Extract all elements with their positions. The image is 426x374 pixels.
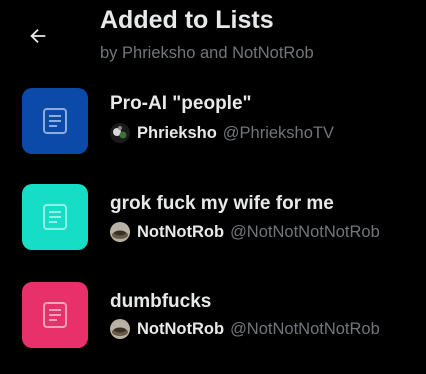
arrow-left-icon <box>30 28 46 44</box>
list-icon <box>22 88 88 154</box>
page-title: Added to Lists <box>100 6 274 34</box>
list-icon <box>22 282 88 348</box>
list-name[interactable]: Pro-AI "people" <box>110 93 252 115</box>
list-owner: NotNotRob @NotNotNotNotRob <box>110 318 380 340</box>
owner-name[interactable]: Phrieksho <box>137 124 217 143</box>
owner-handle: @NotNotNotNotRob <box>230 222 380 241</box>
owner-name[interactable]: NotNotRob <box>137 223 224 242</box>
list-item[interactable]: grok fuck my wife for me NotNotRob @NotN… <box>0 180 426 276</box>
list-item[interactable]: dumbfucks NotNotRob @NotNotNotNotRob <box>0 278 426 374</box>
avatar <box>110 123 130 143</box>
list-icon <box>43 204 67 230</box>
list-name[interactable]: grok fuck my wife for me <box>110 193 334 215</box>
list-icon <box>22 184 88 250</box>
list-owner: Phrieksho @PhriekshoTV <box>110 122 334 144</box>
page-header: Added to Lists by Phrieksho and NotNotRo… <box>0 0 426 80</box>
list-icon <box>43 302 67 328</box>
owner-name[interactable]: NotNotRob <box>137 320 224 339</box>
owner-handle: @PhriekshoTV <box>222 123 334 142</box>
back-button[interactable] <box>22 20 54 52</box>
avatar <box>110 222 130 242</box>
page-subtitle: by Phrieksho and NotNotRob <box>100 44 314 62</box>
list-item[interactable]: Pro-AI "people" Phrieksho @PhriekshoTV <box>0 82 426 178</box>
list-name[interactable]: dumbfucks <box>110 291 211 313</box>
owner-handle: @NotNotNotNotRob <box>230 319 380 338</box>
list-icon <box>43 108 67 134</box>
list-owner: NotNotRob @NotNotNotNotRob <box>110 221 380 243</box>
avatar <box>110 319 130 339</box>
